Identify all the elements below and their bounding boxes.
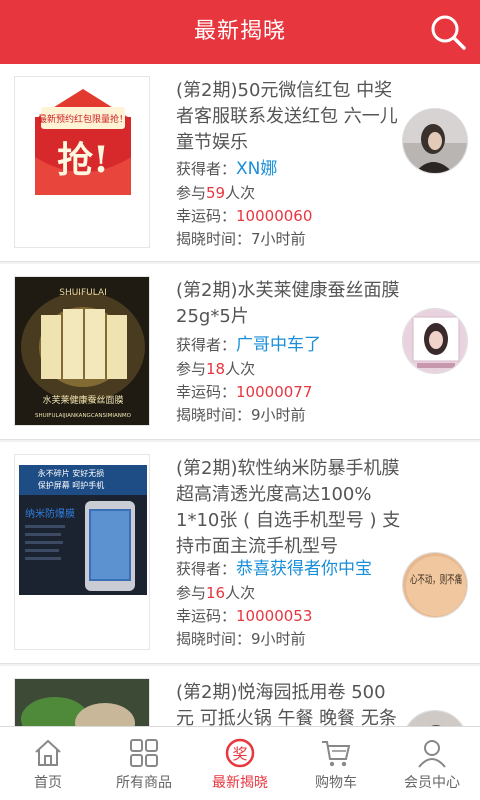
reveal-time-line: 揭晓时间：9小时前 (176, 404, 306, 427)
winner-name[interactable]: XN娜 (236, 159, 277, 179)
item-title[interactable]: (第2期)软性纳米防暴手机膜 超高清透光度高达100% 1*10张 ( 自选手机… (176, 456, 402, 560)
announcement-list[interactable]: 最新预约红包限量抢！ 抢! (第2期)50元微信红包 中奖者客服联系发送红包 六… (0, 64, 480, 726)
tab-label: 会员中心 (404, 775, 460, 791)
list-item[interactable]: 永不碎片 安好无损 保护屏幕 呵护手机 纳米防爆膜 (第2期)软性纳米防暴手机膜… (0, 442, 480, 664)
svg-text:永不碎片 安好无损: 永不碎片 安好无损 (38, 468, 105, 478)
winner-line: 获得者：广哥中车了 (176, 334, 321, 357)
cart-icon (322, 741, 351, 767)
svg-text:奖: 奖 (232, 745, 247, 763)
lucky-label: 幸运码： (176, 207, 237, 225)
avatar[interactable] (402, 710, 468, 726)
tab-all-products[interactable]: 所有商品 (96, 727, 192, 800)
avatar[interactable]: 心不动，则不痛 (402, 552, 468, 618)
tab-label: 首页 (34, 775, 62, 791)
participate-line: 参与59人次 (176, 182, 255, 205)
page-title: 最新揭晓 (193, 19, 286, 44)
reveal-time-line: 揭晓时间：9小时前 (176, 628, 306, 651)
reveal-time: 9小时前 (251, 630, 306, 648)
search-button[interactable] (428, 12, 468, 52)
participate-prefix: 参与 (176, 360, 207, 378)
lucky-code: 10000053 (236, 607, 313, 625)
lucky-code-line: 幸运码：10000077 (176, 381, 312, 404)
tab-label: 所有商品 (116, 775, 172, 791)
tab-label: 最新揭晓 (212, 775, 268, 791)
time-label: 揭晓时间： (176, 230, 252, 248)
winner-line: 获得者：XN娜 (176, 158, 277, 181)
lucky-code-line: 幸运码：10000053 (176, 605, 312, 628)
grid-icon (130, 739, 158, 767)
list-item[interactable]: (第2期)悦海园抵用卷 500元 可抵火锅 午餐 晚餐 无条 (0, 666, 480, 726)
product-image: 永不碎片 安好无损 保护屏幕 呵护手机 纳米防爆膜 (14, 454, 150, 650)
lucky-label: 幸运码： (176, 383, 237, 401)
tab-home[interactable]: 首页 (0, 727, 96, 800)
item-title[interactable]: (第2期)50元微信红包 中奖者客服联系发送红包 六一儿童节娱乐 (176, 78, 402, 156)
reveal-time: 7小时前 (251, 230, 306, 248)
lucky-code: 10000060 (236, 207, 313, 225)
bottom-tab-bar: 首页 所有商品 奖 最新揭晓 购物车 会员中心 (0, 726, 480, 800)
list-item[interactable]: 最新预约红包限量抢！ 抢! (第2期)50元微信红包 中奖者客服联系发送红包 六… (0, 64, 480, 262)
user-icon (418, 740, 446, 768)
participate-line: 参与18人次 (176, 358, 255, 381)
tab-latest-reveal[interactable]: 奖 最新揭晓 (192, 727, 288, 800)
participate-prefix: 参与 (176, 584, 207, 602)
avatar[interactable] (402, 308, 468, 374)
participate-suffix: 人次 (225, 584, 256, 602)
home-icon (35, 739, 61, 766)
svg-text:心不动，则不痛: 心不动，则不痛 (410, 572, 462, 586)
participate-count: 16 (206, 584, 226, 602)
prize-icon: 奖 (225, 738, 255, 768)
participate-prefix: 参与 (176, 184, 207, 202)
svg-text:纳米防爆膜: 纳米防爆膜 (25, 507, 75, 520)
tab-label: 购物车 (315, 775, 357, 791)
winner-name[interactable]: 广哥中车了 (236, 335, 321, 355)
participate-suffix: 人次 (225, 184, 256, 202)
svg-text:SHUIFULAI: SHUIFULAI (59, 288, 107, 298)
time-label: 揭晓时间： (176, 406, 252, 424)
avatar[interactable] (402, 108, 468, 174)
product-image: 最新预约红包限量抢！ 抢! (14, 76, 150, 248)
participate-line: 参与16人次 (176, 582, 255, 605)
search-icon (431, 15, 466, 50)
header-bar: 最新揭晓 (0, 0, 480, 64)
time-label: 揭晓时间： (176, 630, 252, 648)
tab-cart[interactable]: 购物车 (288, 727, 384, 800)
svg-text:SHUIFULAIJIANKANGCANSIMIANMO: SHUIFULAIJIANKANGCANSIMIANMO (35, 413, 132, 419)
item-title[interactable]: (第2期)悦海园抵用卷 500元 可抵火锅 午餐 晚餐 无条 (176, 680, 402, 726)
winner-label: 获得者： (176, 560, 237, 578)
lucky-label: 幸运码： (176, 607, 237, 625)
participate-suffix: 人次 (225, 360, 256, 378)
winner-line: 获得者：恭喜获得者你中宝 (176, 558, 372, 581)
participate-count: 59 (206, 184, 226, 202)
item-title[interactable]: (第2期)水芙莱健康蚕丝面膜 25g*5片 (176, 278, 402, 330)
tab-member-center[interactable]: 会员中心 (384, 727, 480, 800)
winner-label: 获得者： (176, 160, 237, 178)
svg-text:保护屏幕 呵护手机: 保护屏幕 呵护手机 (38, 480, 105, 490)
lucky-code-line: 幸运码：10000060 (176, 205, 312, 228)
winner-name[interactable]: 恭喜获得者你中宝 (236, 559, 372, 579)
winner-label: 获得者： (176, 336, 237, 354)
svg-text:最新预约红包限量抢！: 最新预约红包限量抢！ (38, 113, 128, 125)
list-item[interactable]: SHUIFULAI 水芙莱健康蚕丝面膜 SHUIFULAIJIANKANGCAN… (0, 264, 480, 440)
participate-count: 18 (206, 360, 226, 378)
product-image (14, 678, 150, 726)
svg-text:抢!: 抢! (57, 139, 109, 181)
lucky-code: 10000077 (236, 383, 313, 401)
product-image: SHUIFULAI 水芙莱健康蚕丝面膜 SHUIFULAIJIANKANGCAN… (14, 276, 150, 426)
reveal-time: 9小时前 (251, 406, 306, 424)
reveal-time-line: 揭晓时间：7小时前 (176, 228, 306, 251)
svg-text:水芙莱健康蚕丝面膜: 水芙莱健康蚕丝面膜 (42, 394, 123, 406)
